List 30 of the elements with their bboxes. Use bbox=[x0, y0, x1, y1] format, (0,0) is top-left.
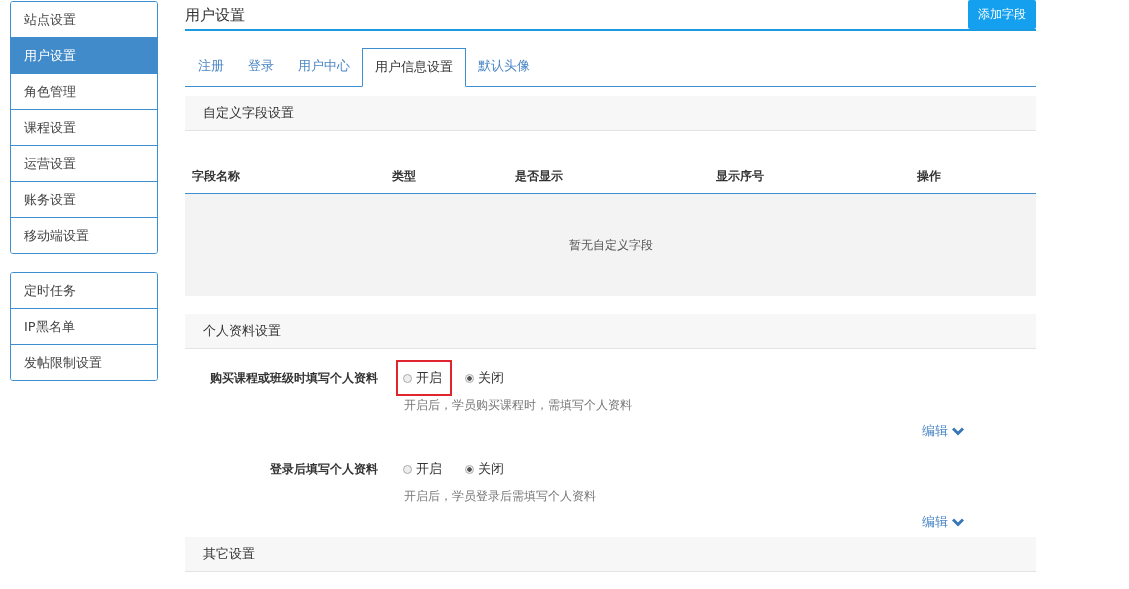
tab[interactable]: 登录 bbox=[236, 48, 286, 84]
section-title: 个人资料设置 bbox=[203, 323, 281, 338]
radio-option[interactable]: 开启 bbox=[396, 360, 452, 396]
column-header: 类型 bbox=[392, 169, 417, 183]
sidebar-item[interactable]: 发帖限制设置 bbox=[11, 344, 157, 380]
tab[interactable]: 注册 bbox=[186, 48, 236, 84]
column-header: 是否显示 bbox=[515, 169, 564, 183]
setting-label: 购买课程或班级时填写个人资料 bbox=[209, 369, 378, 387]
help-text: 开启后，学员购买课程时，需填写个人资料 bbox=[404, 397, 633, 414]
radio-option[interactable]: 关闭 bbox=[458, 360, 514, 396]
column-header: 操作 bbox=[917, 169, 942, 183]
sidebar-item[interactable]: 移动端设置 bbox=[11, 217, 157, 253]
setting-label: 登录后填写个人资料 bbox=[269, 460, 378, 478]
edit-link[interactable]: 编辑 bbox=[922, 513, 964, 531]
tab[interactable]: 用户中心 bbox=[286, 48, 362, 84]
section-title: 自定义字段设置 bbox=[203, 105, 294, 120]
chevron-down-icon bbox=[952, 426, 964, 436]
tab[interactable]: 用户信息设置 bbox=[362, 48, 466, 87]
page-title: 用户设置 bbox=[185, 5, 245, 25]
edit-link[interactable]: 编辑 bbox=[922, 422, 964, 440]
radio-option[interactable]: 关闭 bbox=[458, 451, 514, 487]
section-title: 其它设置 bbox=[203, 546, 255, 561]
column-header: 显示序号 bbox=[716, 169, 765, 183]
column-header: 字段名称 bbox=[192, 169, 241, 183]
sidebar-item[interactable]: 用户设置 bbox=[11, 37, 157, 73]
tab[interactable]: 默认头像 bbox=[466, 48, 542, 84]
chevron-down-icon bbox=[952, 517, 964, 527]
empty-message: 暂无自定义字段 bbox=[568, 236, 653, 254]
help-text: 开启后，学员登录后需填写个人资料 bbox=[404, 488, 597, 505]
radio-option[interactable]: 开启 bbox=[396, 451, 452, 487]
